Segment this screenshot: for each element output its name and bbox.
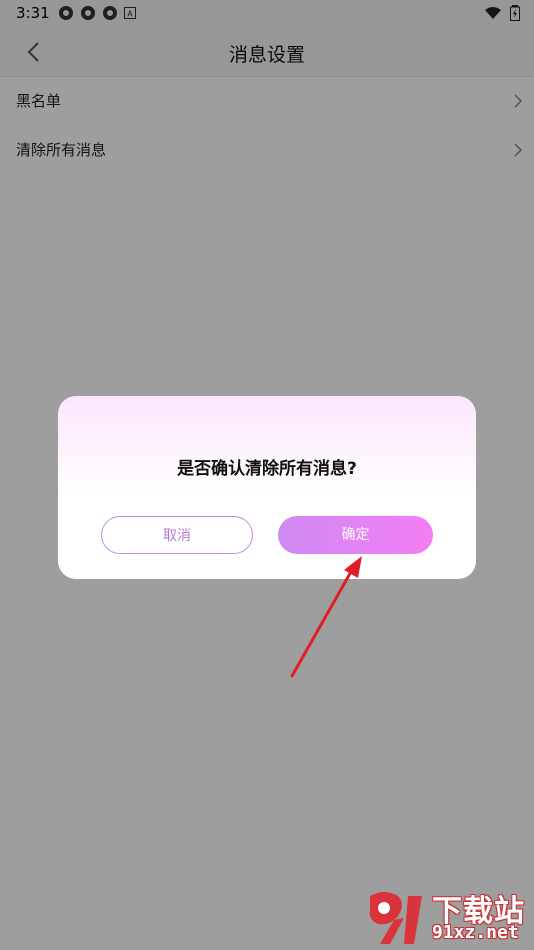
- cancel-button[interactable]: 取消: [101, 516, 253, 554]
- watermark: 下载站 91xz.net: [364, 886, 530, 946]
- dialog-message: 是否确认清除所有消息?: [177, 459, 357, 479]
- annotation-arrow-icon: [290, 556, 362, 678]
- confirm-dialog: 是否确认清除所有消息? 取消 确定: [58, 396, 476, 579]
- watermark-domain: 91xz.net: [432, 922, 519, 943]
- confirm-button[interactable]: 确定: [278, 516, 433, 554]
- watermark-logo-icon: [369, 892, 422, 944]
